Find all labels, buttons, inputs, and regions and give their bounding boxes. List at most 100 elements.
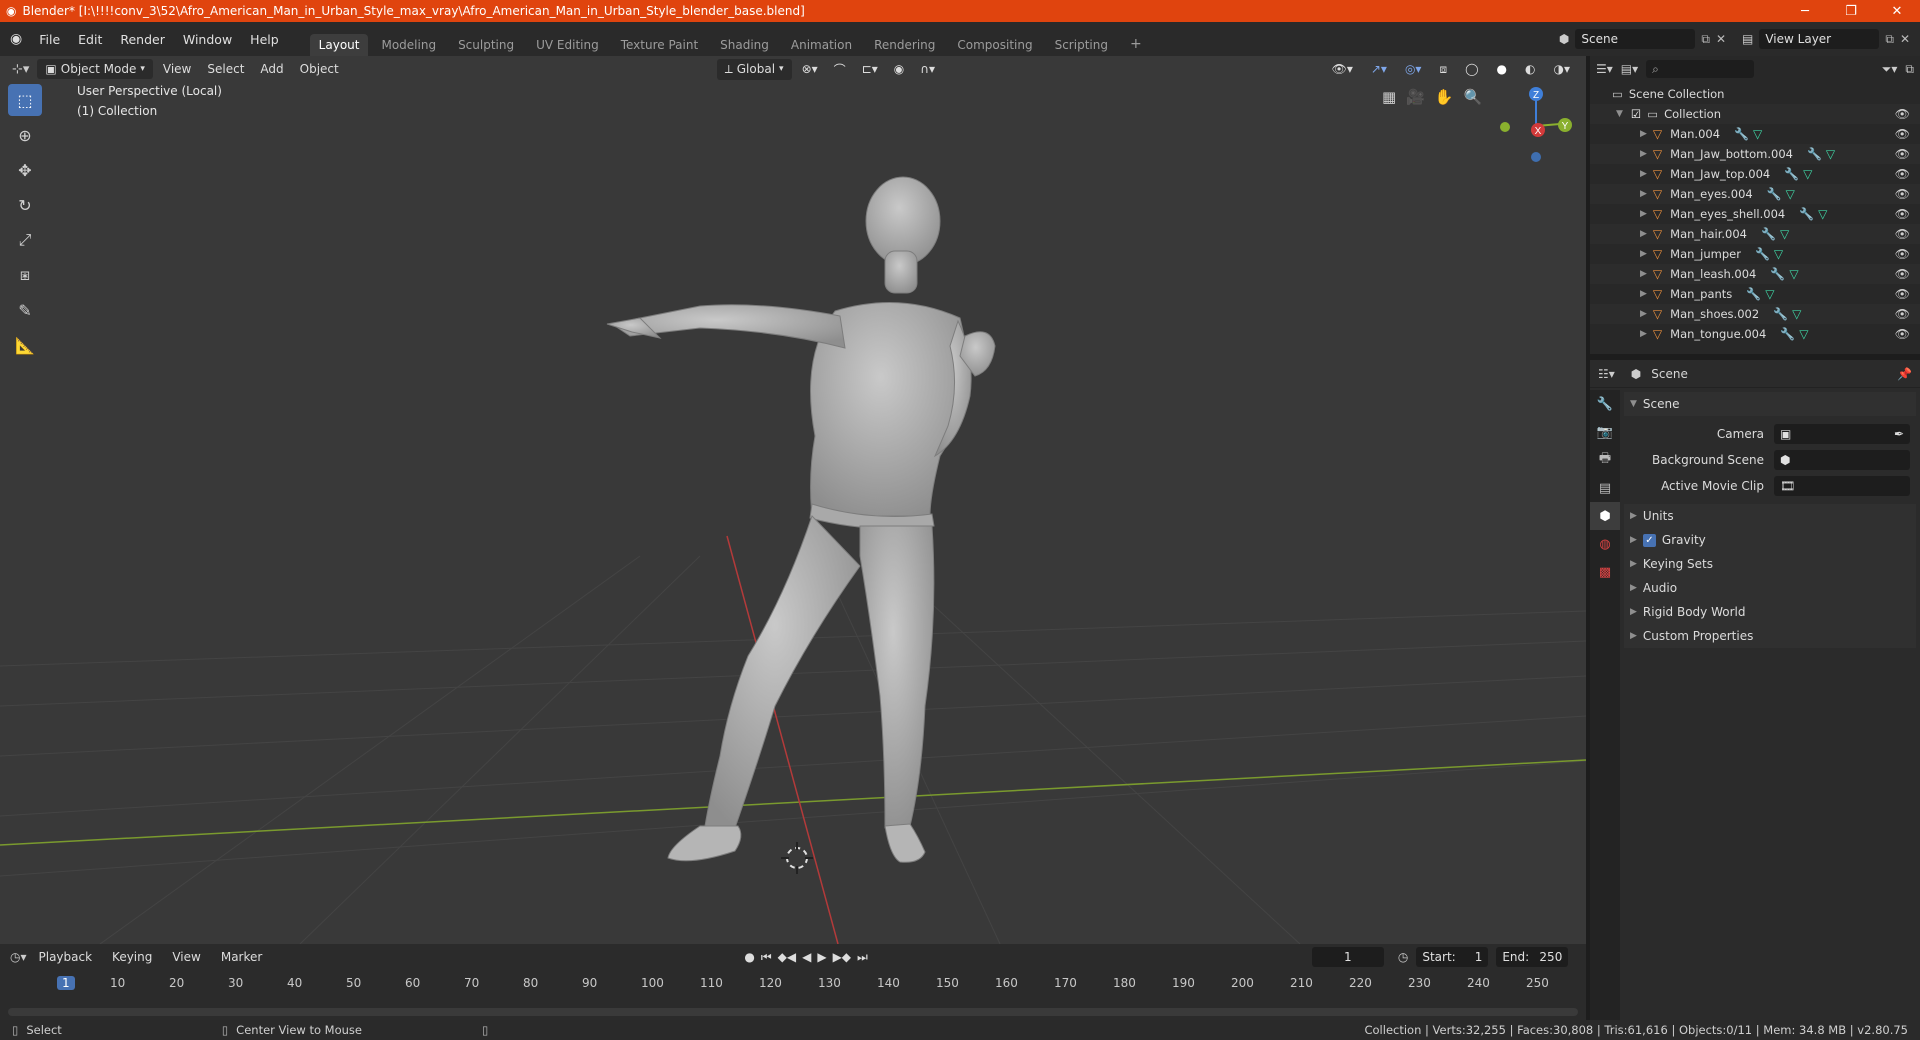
expand-triangle-icon[interactable]: ▶ <box>1640 149 1647 159</box>
visibility-eye-icon[interactable]: 👁 <box>1895 187 1910 201</box>
annotate-tool-icon[interactable]: ✎ <box>8 294 42 326</box>
record-icon[interactable]: ● <box>744 950 754 965</box>
scene-selector[interactable]: Scene <box>1575 29 1696 49</box>
select-box-tool-icon[interactable]: ⬚ <box>8 84 42 116</box>
menu-window[interactable]: Window <box>174 32 241 47</box>
3d-cursor-icon[interactable] <box>781 842 813 874</box>
tab-layout[interactable]: Layout <box>309 34 369 56</box>
mesh-data-icon[interactable]: ▽ <box>1753 127 1762 141</box>
menu-timeline-view[interactable]: View <box>164 947 208 967</box>
visibility-eye-icon[interactable]: 👁 <box>1895 227 1910 241</box>
expand-triangle-icon[interactable]: ▶ <box>1640 269 1647 279</box>
maximize-button[interactable]: ❐ <box>1828 4 1874 19</box>
mesh-data-icon[interactable]: ▽ <box>1826 147 1835 161</box>
wireframe-shading-icon[interactable]: ◯ <box>1457 59 1486 79</box>
blender-menu-icon[interactable]: ◉ <box>10 31 22 47</box>
tab-sculpting[interactable]: Sculpting <box>449 34 523 56</box>
outliner-item[interactable]: ▶ ▽ Man_pants 🔧 ▽ 👁 <box>1590 284 1920 304</box>
outliner-item[interactable]: ▶ ▽ Man_jumper 🔧 ▽ 👁 <box>1590 244 1920 264</box>
prev-keyframe-icon[interactable]: ◆◀ <box>778 950 796 965</box>
tab-compositing[interactable]: Compositing <box>948 34 1041 56</box>
clock-icon[interactable]: ◷ <box>1398 950 1408 964</box>
jump-end-icon[interactable]: ⏭ <box>857 950 868 965</box>
expand-triangle-icon[interactable]: ▶ <box>1640 169 1647 179</box>
tab-animation[interactable]: Animation <box>782 34 861 56</box>
rotate-tool-icon[interactable]: ↻ <box>8 189 42 221</box>
modifier-icon[interactable]: 🔧 <box>1770 267 1785 281</box>
display-mode-icon[interactable]: ▤▾ <box>1621 62 1638 76</box>
gizmo-toggle-icon[interactable]: ↗▾ <box>1363 59 1395 79</box>
camera-view-icon[interactable]: 🎥 <box>1406 88 1425 106</box>
mesh-data-icon[interactable]: ▽ <box>1792 307 1801 321</box>
move-tool-icon[interactable]: ✥ <box>8 154 42 186</box>
mesh-data-icon[interactable]: ▽ <box>1765 287 1774 301</box>
gizmo-neg-z-icon[interactable] <box>1531 152 1541 162</box>
visibility-eye-icon[interactable]: 👁 <box>1895 307 1910 321</box>
transform-tool-icon[interactable]: ⧆ <box>8 259 42 291</box>
xray-toggle-icon[interactable]: ⧈ <box>1431 59 1455 80</box>
properties-editor-icon[interactable]: ☷▾ <box>1598 367 1615 381</box>
outliner-item[interactable]: ▶ ▽ Man_tongue.004 🔧 ▽ 👁 <box>1590 324 1920 344</box>
outliner-editor-icon[interactable]: ☰▾ <box>1596 62 1613 76</box>
view-layer-tab-icon[interactable]: ▤ <box>1590 474 1620 502</box>
current-frame-marker[interactable]: 1 <box>57 976 75 990</box>
expand-triangle-icon[interactable]: ▼ <box>1616 109 1623 119</box>
transform-orientation-selector[interactable]: ⟂ Global ▾ <box>716 58 792 80</box>
scene-icon[interactable]: ⬢ <box>1559 32 1569 46</box>
texture-tab-icon[interactable]: ▩ <box>1590 558 1620 586</box>
outliner-item[interactable]: ▶ ▽ Man_Jaw_bottom.004 🔧 ▽ 👁 <box>1590 144 1920 164</box>
tool-tab-icon[interactable]: 🔧 <box>1590 390 1620 418</box>
visibility-eye-icon[interactable]: 👁 <box>1895 267 1910 281</box>
grid-view-icon[interactable]: ▦ <box>1382 88 1396 106</box>
add-workspace-button[interactable]: + <box>1121 32 1151 56</box>
solid-shading-icon[interactable]: ● <box>1489 59 1515 79</box>
scale-tool-icon[interactable]: ⤢ <box>8 224 42 256</box>
menu-select[interactable]: Select <box>199 59 252 79</box>
pan-hand-icon[interactable]: ✋ <box>1435 88 1454 106</box>
mesh-data-icon[interactable]: ▽ <box>1818 207 1827 221</box>
next-keyframe-icon[interactable]: ▶◆ <box>833 950 851 965</box>
filter-icon[interactable]: ⏷▾ <box>1882 62 1898 77</box>
gravity-panel-header[interactable]: ▶ ✓ Gravity <box>1624 528 1916 552</box>
tab-uv-editing[interactable]: UV Editing <box>527 34 608 56</box>
editor-type-icon[interactable]: ⊹▾ <box>12 62 29 77</box>
menu-marker[interactable]: Marker <box>213 947 270 967</box>
material-shading-icon[interactable]: ◐ <box>1517 59 1543 79</box>
mesh-data-icon[interactable]: ▽ <box>1803 167 1812 181</box>
menu-keying[interactable]: Keying <box>104 947 160 967</box>
rigid-body-world-panel-header[interactable]: ▶ Rigid Body World <box>1624 600 1916 624</box>
camera-field[interactable]: ▣ ✒ <box>1774 424 1910 444</box>
outliner-item[interactable]: ▶ ▽ Man_eyes.004 🔧 ▽ 👁 <box>1590 184 1920 204</box>
menu-add[interactable]: Add <box>252 59 291 79</box>
timeline-editor-icon[interactable]: ◷▾ <box>10 950 27 964</box>
visibility-eye-icon[interactable]: 👁 <box>1895 167 1910 181</box>
menu-object[interactable]: Object <box>292 59 347 79</box>
outliner-item[interactable]: ▶ ▽ Man.004 🔧 ▽ 👁 <box>1590 124 1920 144</box>
modifier-icon[interactable]: 🔧 <box>1734 127 1749 141</box>
view-layer-icon[interactable]: ▤ <box>1742 32 1753 46</box>
proportional-edit-icon[interactable]: ◉ <box>886 59 912 79</box>
pin-icon[interactable]: 📌 <box>1897 367 1912 381</box>
visibility-eye-icon[interactable]: 👁 <box>1895 287 1910 301</box>
frame-ruler[interactable]: 1 10 20 30 40 50 60 70 80 90 100 110 120 130 140 150 160… <box>0 974 1586 994</box>
expand-triangle-icon[interactable]: ▶ <box>1640 209 1647 219</box>
output-tab-icon[interactable]: 🖶 <box>1590 446 1620 474</box>
tab-rendering[interactable]: Rendering <box>865 34 944 56</box>
menu-file[interactable]: File <box>30 32 69 47</box>
gizmo-neg-y-icon[interactable] <box>1500 122 1510 132</box>
start-frame-field[interactable]: Start: 1 <box>1416 947 1489 967</box>
minimize-button[interactable]: ─ <box>1782 4 1828 19</box>
expand-triangle-icon[interactable]: ▶ <box>1640 289 1647 299</box>
outliner-search-input[interactable]: ⌕ <box>1646 60 1755 78</box>
render-tab-icon[interactable]: 📷 <box>1590 418 1620 446</box>
close-button[interactable]: ✕ <box>1874 4 1920 19</box>
units-panel-header[interactable]: ▶ Units <box>1624 504 1916 528</box>
checkbox-icon[interactable]: ☑ <box>1631 107 1641 121</box>
scene-panel-header[interactable]: ▼ Scene <box>1624 392 1916 416</box>
background-scene-field[interactable]: ⬢ <box>1774 450 1910 470</box>
scene-tab-icon[interactable]: ⬢ <box>1590 502 1620 530</box>
modifier-icon[interactable]: 🔧 <box>1784 167 1799 181</box>
timeline-scrollbar[interactable] <box>8 1008 1578 1016</box>
snap-icon[interactable]: ⌒ <box>826 58 854 81</box>
eyedropper-icon[interactable]: ✒ <box>1894 427 1904 441</box>
